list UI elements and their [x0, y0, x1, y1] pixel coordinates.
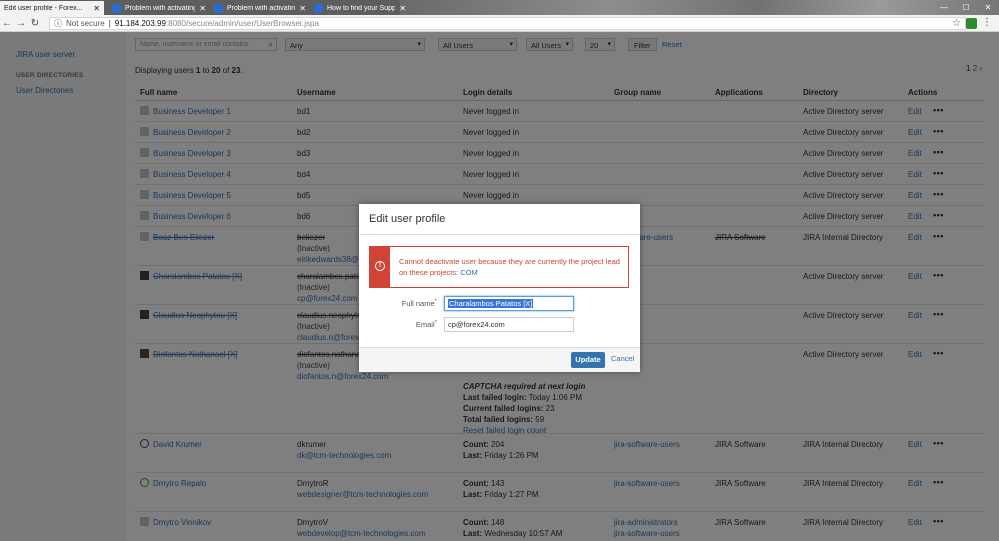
url-host: 91.184.203.99 [114, 19, 166, 28]
cancel-link[interactable]: Cancel [611, 354, 634, 363]
full-name-label: Full name* [377, 299, 437, 308]
browser-tab-problem-1[interactable]: Problem with activating... ✕ [108, 1, 210, 15]
close-icon[interactable]: ✕ [199, 4, 206, 13]
full-name-input[interactable]: Charalambos Patatos [X] [444, 296, 574, 311]
dialog-title: Edit user profile [369, 213, 446, 225]
info-icon[interactable]: ⓘ [54, 18, 62, 29]
email-input[interactable]: cp@forex24.com [444, 317, 574, 332]
edit-user-profile-dialog: Edit user profile ! Cannot deactivate us… [359, 204, 640, 372]
close-icon[interactable]: ✕ [299, 4, 306, 13]
close-icon[interactable]: ✕ [93, 4, 100, 13]
full-name-value: Charalambos Patatos [X] [448, 299, 534, 308]
browser-menu-icon[interactable]: ⋮ [982, 17, 992, 28]
tab-strip-background [400, 0, 999, 15]
window-controls: — ☐ ✕ [933, 0, 999, 15]
browser-toolbar: ← → ↻ ⓘ Not secure | 91.184.203.99 :8080… [0, 15, 999, 32]
error-message-text: Cannot deactivate user because they are … [399, 257, 620, 277]
bookmark-star-icon[interactable]: ☆ [952, 18, 961, 29]
address-bar[interactable]: ⓘ Not secure | 91.184.203.99 :8080/secur… [49, 17, 966, 30]
required-marker: * [434, 320, 437, 326]
browser-tab-strip: Edit user profile - Forex... ✕ Problem w… [0, 0, 999, 15]
error-message: ! Cannot deactivate user because they ar… [369, 246, 629, 288]
back-arrow-icon[interactable]: ← [0, 18, 14, 29]
separator: | [108, 19, 111, 28]
atlassian-favicon-icon [314, 3, 323, 13]
maximize-icon[interactable]: ☐ [955, 0, 977, 15]
forward-arrow-icon[interactable]: → [14, 18, 28, 29]
tab-title: How to find your Suppo... [327, 4, 396, 12]
email-label: Email* [377, 320, 437, 329]
dialog-header: Edit user profile [359, 204, 640, 235]
atlassian-favicon-icon [214, 3, 223, 13]
error-icon: ! [375, 261, 385, 271]
required-marker: * [434, 299, 437, 305]
tab-title: Problem with activating... [227, 4, 296, 12]
browser-tab-edit-user-profile[interactable]: Edit user profile - Forex... ✕ [0, 1, 104, 15]
minimize-icon[interactable]: — [933, 0, 955, 15]
url-path: :8080/secure/admin/user/UserBrowser.jspa [165, 19, 319, 28]
reload-icon[interactable]: ↻ [28, 18, 42, 29]
error-text: Cannot deactivate user because they are … [399, 257, 624, 278]
browser-tab-problem-2[interactable]: Problem with activating... ✕ [210, 1, 310, 15]
full-name-label-text: Full name [401, 299, 435, 308]
error-strip: ! [370, 247, 390, 287]
project-link[interactable]: COM [460, 268, 478, 277]
update-button[interactable]: Update [571, 352, 605, 368]
email-label-text: Email [415, 320, 435, 329]
not-secure-label: Not secure [66, 19, 105, 28]
atlassian-favicon-icon [112, 3, 121, 13]
tab-title: Edit user profile - Forex... [4, 4, 83, 12]
email-value: cp@forex24.com [448, 320, 505, 329]
dialog-footer: Update Cancel [359, 347, 640, 372]
tab-title: Problem with activating... [125, 4, 196, 12]
close-icon[interactable]: ✕ [399, 4, 406, 13]
browser-tab-support[interactable]: How to find your Suppo... ✕ [310, 1, 410, 15]
extension-shield-icon[interactable] [966, 18, 977, 29]
close-window-icon[interactable]: ✕ [977, 0, 999, 15]
